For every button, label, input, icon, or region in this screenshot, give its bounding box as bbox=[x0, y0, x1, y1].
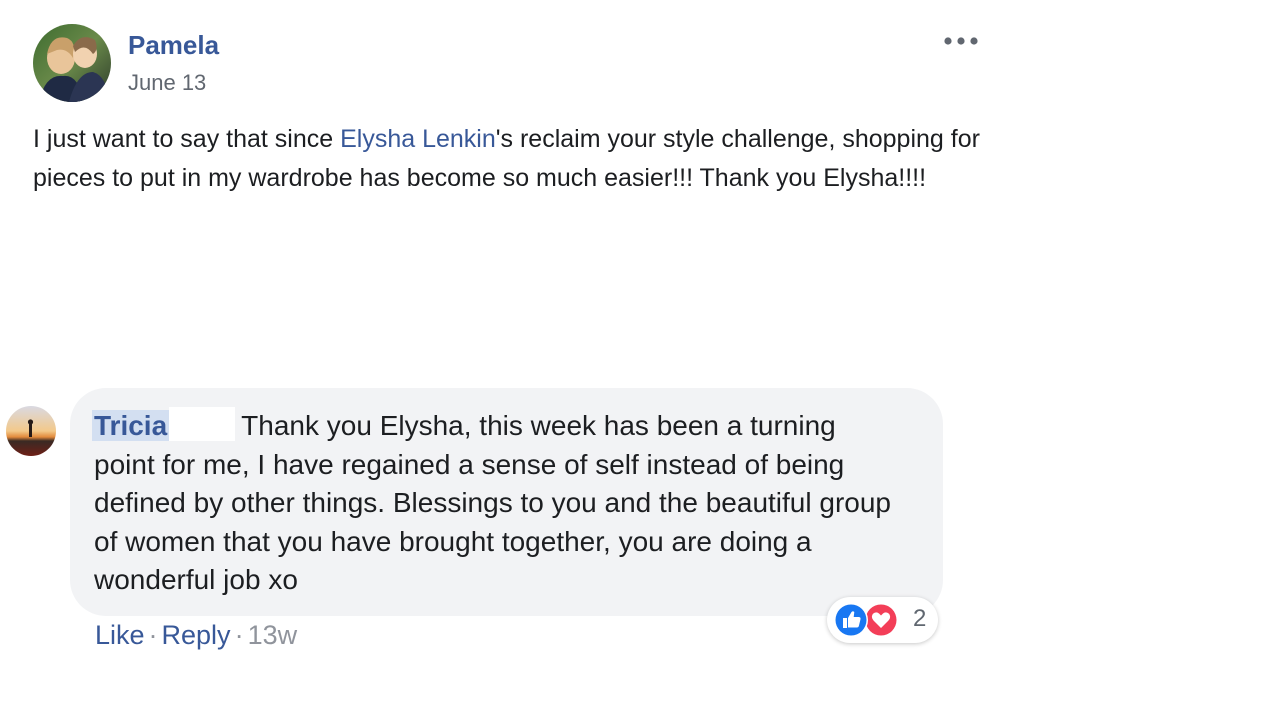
comment-author-name[interactable]: Tricia bbox=[92, 410, 172, 441]
post-body-text-start: I just want to say that since bbox=[33, 125, 341, 153]
comment-actions: Like · Reply · 13w bbox=[95, 620, 297, 651]
like-button[interactable]: Like bbox=[95, 620, 145, 650]
redacted-surname bbox=[169, 407, 236, 441]
post-author-avatar[interactable] bbox=[33, 24, 111, 102]
more-options-button[interactable] bbox=[938, 28, 984, 54]
reaction-count: 2 bbox=[913, 605, 927, 632]
comment-content: Tricia Thank you Elysha, this week has be… bbox=[92, 407, 904, 600]
facebook-post-page: Pamela June 13 I just want to say that s… bbox=[0, 0, 1280, 720]
reply-button[interactable]: Reply bbox=[162, 620, 231, 650]
post-author-name[interactable]: Pamela bbox=[128, 30, 219, 61]
more-options-icon bbox=[944, 37, 978, 45]
mention-link[interactable]: Elysha Lenkin bbox=[340, 125, 496, 153]
post-timestamp[interactable]: June 13 bbox=[128, 70, 206, 96]
action-separator: · bbox=[148, 620, 158, 650]
comment-author-avatar[interactable] bbox=[6, 406, 56, 456]
like-reaction-icon bbox=[834, 603, 868, 637]
post-body: I just want to say that since Elysha Len… bbox=[33, 120, 993, 197]
reactions-summary[interactable]: 2 bbox=[827, 597, 938, 643]
action-separator: · bbox=[234, 620, 244, 650]
comment-timestamp[interactable]: 13w bbox=[248, 620, 298, 650]
